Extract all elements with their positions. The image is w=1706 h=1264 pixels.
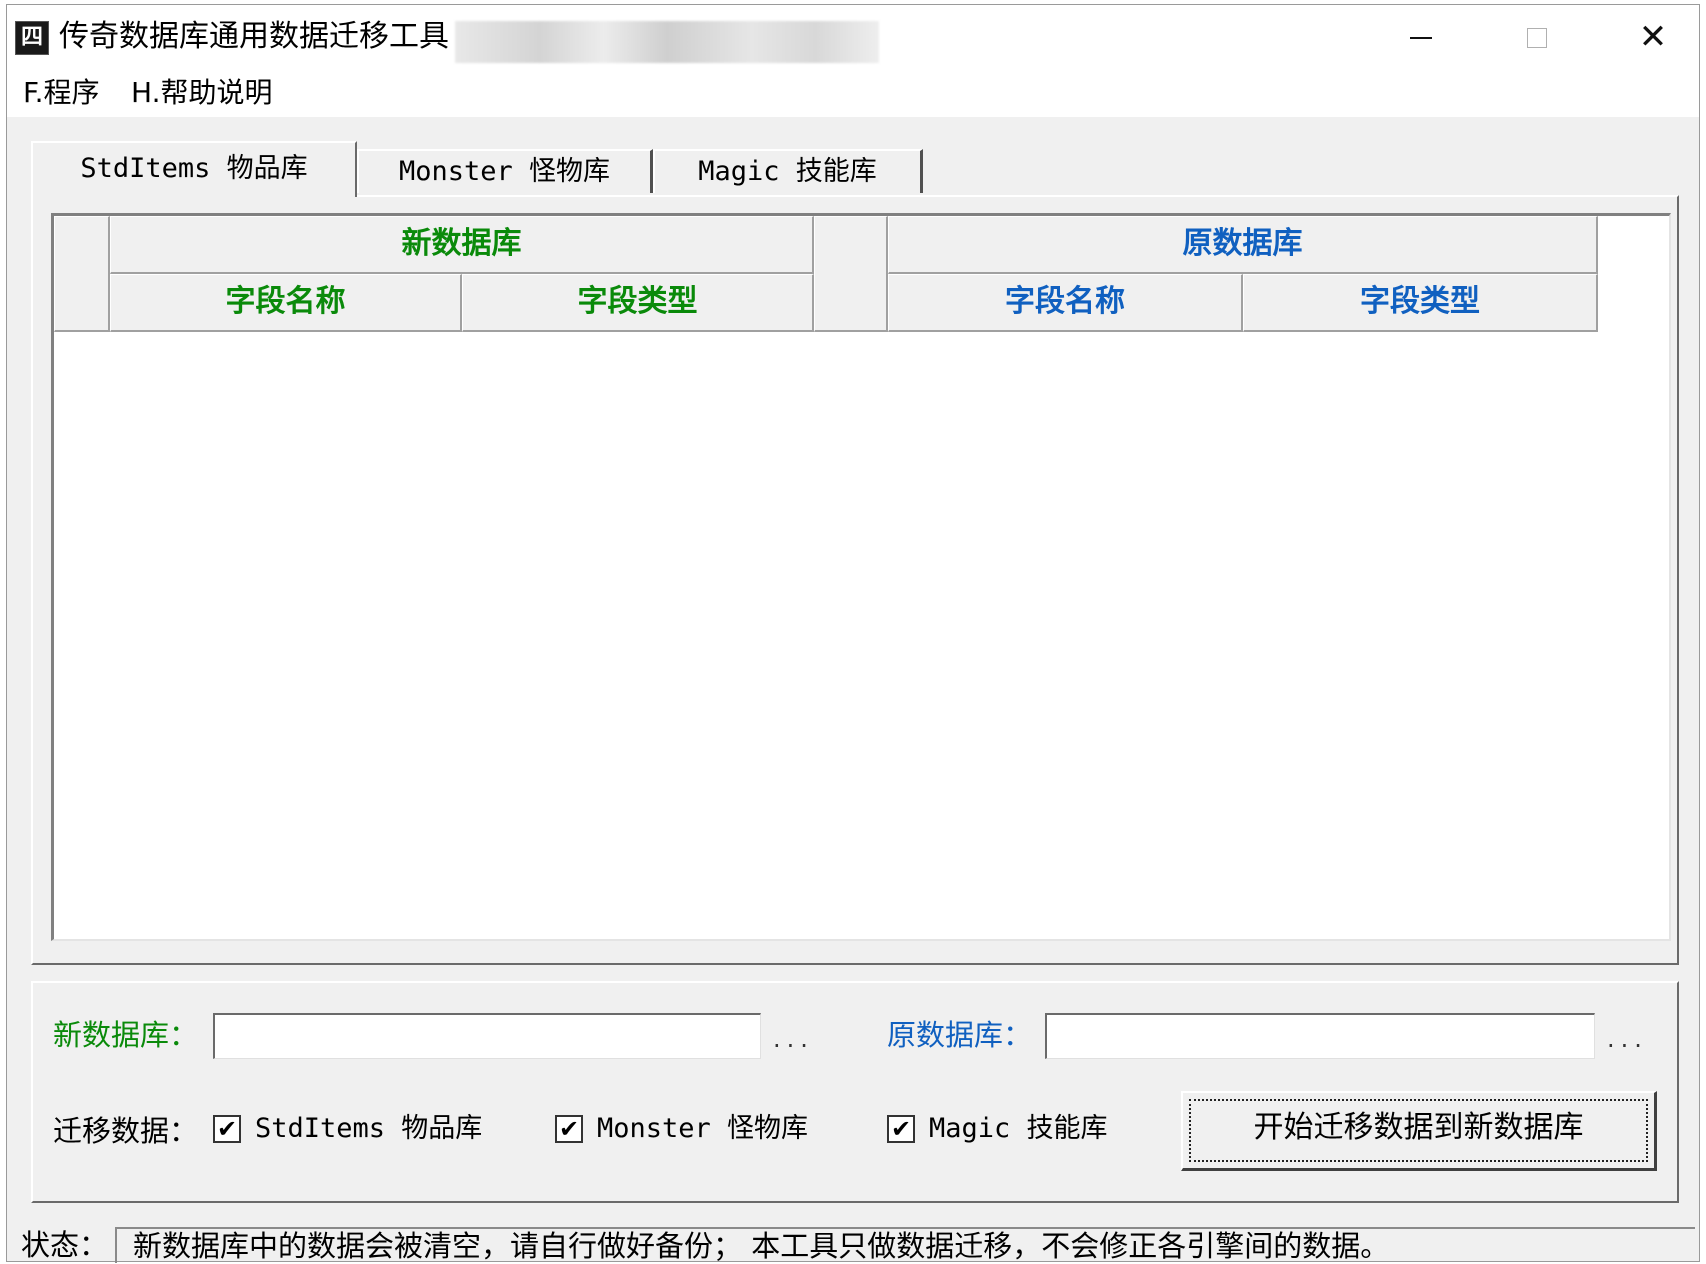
magic-checkbox[interactable]: ✔ (887, 1115, 915, 1143)
status-bar: 状态： 新数据库中的数据会被清空，请自行做好备份； 本工具只做数据迁移，不会修正… (7, 1227, 1699, 1263)
new-db-path-input[interactable] (213, 1013, 761, 1059)
old-field-type-header[interactable]: 字段类型 (1243, 274, 1598, 332)
app-window: 四 传奇数据库通用数据迁移工具 ✕ F.程序 H.帮助说明 StdItems 物… (6, 4, 1700, 1263)
window-title: 传奇数据库通用数据迁移工具 (59, 19, 449, 54)
new-field-name-header[interactable]: 字段名称 (110, 274, 462, 332)
magic-checkbox-label[interactable]: Magic 技能库 (929, 1109, 1108, 1149)
status-label: 状态： (21, 1228, 109, 1262)
tab-magic[interactable]: Magic 技能库 (653, 149, 923, 193)
maximize-icon (1527, 27, 1547, 48)
maximize-button[interactable] (1479, 5, 1595, 69)
title-bar[interactable]: 四 传奇数据库通用数据迁移工具 ✕ (7, 5, 1699, 69)
app-icon[interactable]: 四 (15, 21, 49, 55)
new-db-browse-button[interactable]: ... (773, 1019, 814, 1059)
old-field-name-header[interactable]: 字段名称 (888, 274, 1243, 332)
start-migration-button[interactable]: 开始迁移数据到新数据库 (1181, 1091, 1657, 1171)
stditems-checkbox[interactable]: ✔ (213, 1115, 241, 1143)
old-db-browse-button[interactable]: ... (1607, 1019, 1648, 1059)
minimize-button[interactable] (1363, 5, 1479, 69)
tab-stditems[interactable]: StdItems 物品库 (31, 141, 357, 197)
checkmark-icon: ✔ (890, 1115, 912, 1143)
old-db-group-header: 原数据库 (888, 216, 1598, 274)
start-migration-button-label: 开始迁移数据到新数据库 (1253, 1110, 1584, 1145)
old-db-label: 原数据库： (887, 1018, 1033, 1052)
monster-checkbox[interactable]: ✔ (555, 1115, 583, 1143)
migrate-data-label: 迁移数据： (53, 1114, 199, 1148)
monster-checkbox-label[interactable]: Monster 怪物库 (597, 1109, 808, 1149)
new-field-type-header[interactable]: 字段类型 (462, 274, 814, 332)
menu-help[interactable]: H.帮助说明 (131, 75, 272, 111)
menu-program[interactable]: F.程序 (23, 75, 100, 111)
checkmark-icon: ✔ (558, 1115, 580, 1143)
new-db-group-header: 新数据库 (110, 216, 814, 274)
tab-monster[interactable]: Monster 怪物库 (357, 149, 653, 193)
status-message: 新数据库中的数据会被清空，请自行做好备份； 本工具只做数据迁移，不会修正各引擎间… (115, 1227, 1695, 1263)
minimize-icon (1410, 36, 1432, 39)
menu-bar: F.程序 H.帮助说明 (7, 69, 1699, 117)
row-indicator-header (54, 216, 110, 332)
redacted-title-area (455, 21, 879, 63)
new-db-label: 新数据库： (53, 1018, 199, 1052)
checkmark-icon: ✔ (216, 1115, 238, 1143)
stditems-checkbox-label[interactable]: StdItems 物品库 (255, 1109, 482, 1149)
old-db-path-input[interactable] (1045, 1013, 1595, 1059)
close-button[interactable]: ✕ (1595, 5, 1706, 69)
field-mapping-grid[interactable]: 新数据库 字段名称 字段类型 原数据库 字段名称 字段类型 (51, 213, 1671, 941)
close-icon: ✕ (1638, 17, 1668, 57)
separator-header (814, 216, 888, 332)
